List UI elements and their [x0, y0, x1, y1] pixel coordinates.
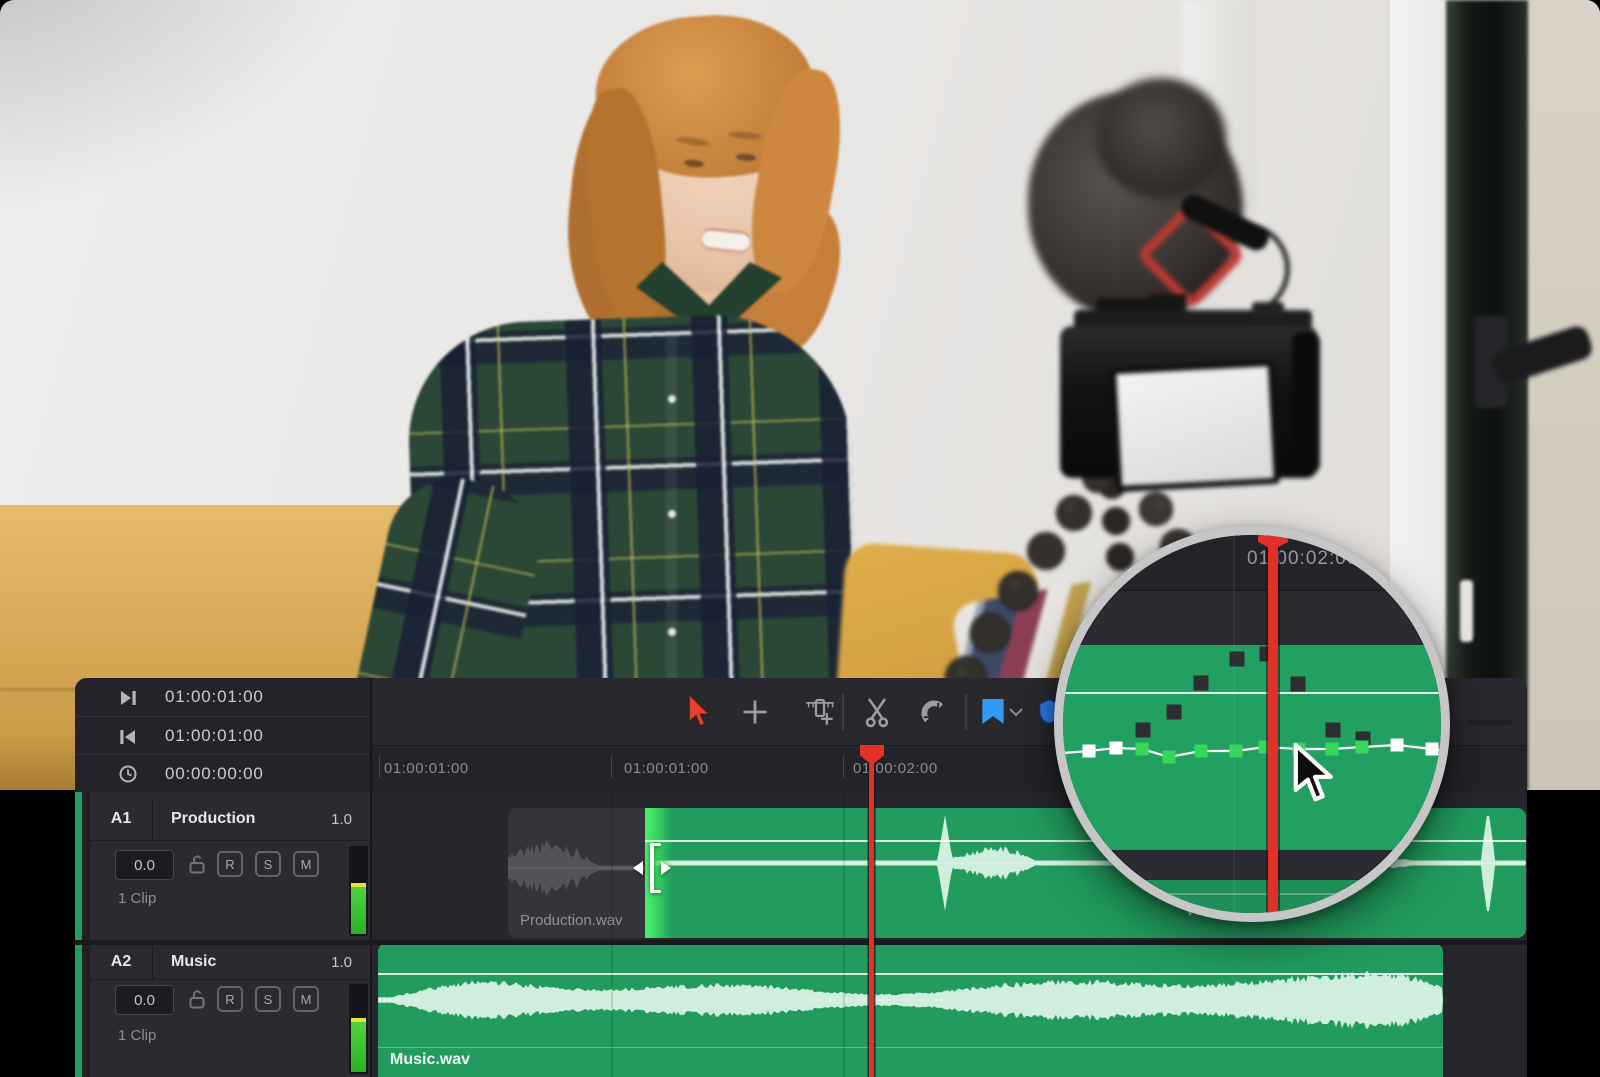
- clip-count-a2: 1 Clip: [118, 1027, 156, 1044]
- timecode-value: 00:00:00:00: [165, 764, 264, 784]
- clock-icon: [117, 763, 141, 785]
- track-header-a1[interactable]: A1 Production 1.0: [90, 792, 368, 840]
- timecode-value: 01:00:01:00: [165, 726, 264, 746]
- track-color-strip-a1: [75, 792, 82, 940]
- audio-meter-a1: [349, 846, 368, 936]
- snapping-button[interactable]: [911, 678, 955, 745]
- chevron-down-icon: [1008, 706, 1024, 718]
- clip-count-a1: 1 Clip: [118, 890, 156, 907]
- ruler-tick: [379, 756, 380, 778]
- selection-tool-button[interactable]: [679, 678, 723, 745]
- camera-flip-screen: [1110, 360, 1280, 492]
- zoom-magnifier-callout: 01:00:02:00: [1054, 526, 1450, 922]
- track-volume: 1.0: [331, 811, 368, 828]
- clip-music[interactable]: Music.wav: [378, 943, 1443, 1077]
- timecode-value: 01:00:01:00: [165, 687, 264, 707]
- trim-edit-tool-button[interactable]: [733, 678, 777, 745]
- lock-icon[interactable]: [187, 987, 207, 1011]
- track-divider: [75, 940, 1527, 945]
- clip-filename: Production.wav: [520, 912, 623, 929]
- timecode-row-out: 01:00:01:00: [75, 678, 370, 716]
- clip-label-band: [378, 1047, 1443, 1048]
- toolbar-divider: [965, 694, 967, 730]
- solo-button-a2[interactable]: S: [255, 986, 281, 1012]
- playhead[interactable]: [869, 762, 874, 1077]
- mouse-cursor-icon: [1293, 743, 1337, 807]
- razor-edit-icon: [804, 696, 836, 728]
- record-arm-button-a1[interactable]: R: [217, 851, 243, 877]
- track-volume: 1.0: [331, 954, 368, 971]
- toolbar-divider: [842, 694, 844, 730]
- track-header-a2[interactable]: A2 Music 1.0: [90, 945, 368, 979]
- ruler-label: 01:00:01:00: [624, 760, 709, 777]
- track-color-strip-a2: [75, 945, 82, 1077]
- header-separator: [90, 840, 370, 841]
- track-name: Music: [153, 953, 331, 971]
- ruler-label: 01:00:01:00: [384, 760, 469, 777]
- track-name: Production: [153, 810, 331, 828]
- record-arm-button-a2[interactable]: R: [217, 986, 243, 1012]
- split-clip-button[interactable]: [855, 678, 899, 745]
- mute-button-a1[interactable]: M: [293, 851, 319, 877]
- timecode-row-duration: 00:00:00:00: [75, 754, 370, 793]
- skip-to-end-icon: [117, 686, 141, 708]
- ruler-label: 01:00:02:00: [853, 760, 938, 777]
- toolbar-handle: [1467, 720, 1512, 725]
- keyframe-curve[interactable]: [1063, 535, 1441, 913]
- lock-icon[interactable]: [187, 852, 207, 876]
- solo-button-a1[interactable]: S: [255, 851, 281, 877]
- clip-production-trimmed-head[interactable]: Production.wav: [508, 808, 645, 938]
- audio-meter-a2: [349, 984, 368, 1074]
- mute-button-a2[interactable]: M: [293, 986, 319, 1012]
- trim-in-handle[interactable]: [633, 840, 673, 896]
- camera-grip: [1292, 332, 1320, 474]
- screenshot-stage: 01:00:01:00 01:00:01:00 00:00:00:00: [0, 0, 1600, 1077]
- clip-filename: Music.wav: [390, 1051, 470, 1069]
- bracket-curl: [650, 890, 661, 893]
- skip-to-start-icon: [117, 725, 141, 747]
- ruler-tick: [611, 756, 612, 778]
- trim-edit-icon: [740, 697, 770, 727]
- track-id: A1: [90, 798, 153, 840]
- razor-edit-tool-button[interactable]: [798, 678, 842, 745]
- microphone-windshield: [1096, 78, 1226, 198]
- magnified-playhead: [1268, 535, 1278, 913]
- magnet-icon: [918, 697, 948, 727]
- transport-timecode-panel: 01:00:01:00 01:00:01:00 00:00:00:00: [75, 678, 372, 792]
- ruler-gridline: [611, 792, 613, 1077]
- gain-input-a1[interactable]: 0.0: [115, 850, 174, 880]
- track-header-column: A1 Production 1.0 0.0 R S M 1 Clip: [75, 792, 372, 1077]
- ruler-gridline: [843, 792, 845, 1077]
- bracket-bar: [650, 843, 654, 893]
- track-id: A2: [90, 945, 153, 979]
- bracket-curl: [650, 843, 661, 846]
- camera-dial: [1252, 302, 1284, 318]
- timecode-row-in: 01:00:01:00: [75, 716, 370, 755]
- trim-left-arrow-icon: [633, 861, 643, 875]
- header-separator: [90, 979, 370, 980]
- selection-arrow-icon: [688, 694, 714, 730]
- trim-right-arrow-icon: [661, 861, 671, 875]
- ruler-tick: [843, 756, 844, 778]
- gain-input-a2[interactable]: 0.0: [115, 985, 174, 1015]
- scissors-icon: [862, 696, 892, 728]
- volume-automation-line[interactable]: [378, 973, 1443, 975]
